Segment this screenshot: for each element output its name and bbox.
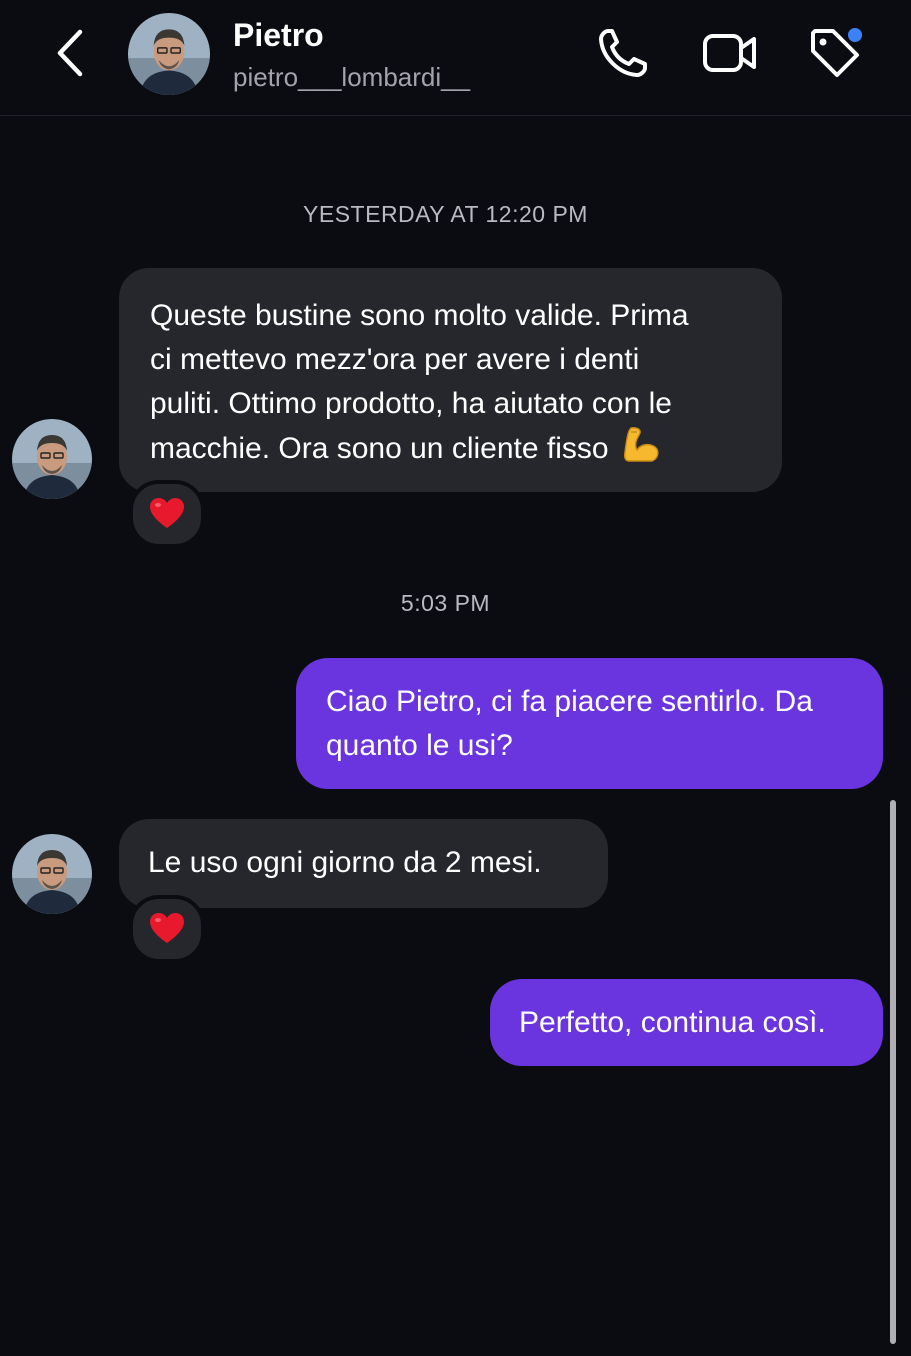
message-line: Perfetto, continua così. bbox=[519, 1006, 826, 1039]
message-line: Le uso ogni giorno da 2 mesi. bbox=[148, 846, 542, 879]
video-call-button[interactable] bbox=[700, 24, 758, 82]
message-timestamp: YESTERDAY AT 12:20 PM bbox=[303, 201, 588, 227]
message-line: puliti. Ottimo prodotto, ha aiutato con … bbox=[150, 387, 672, 420]
incoming-message-bubble[interactable]: Le uso ogni giorno da 2 mesi. bbox=[119, 819, 608, 908]
sender-avatar[interactable] bbox=[12, 419, 92, 499]
unread-dot bbox=[846, 26, 864, 44]
message-line: Ciao Pietro, ci fa piacere sentirlo. Da bbox=[326, 685, 813, 718]
red-heart-icon bbox=[150, 913, 184, 943]
sender-avatar[interactable] bbox=[12, 834, 92, 914]
message-line: macchie. Ora sono un cliente fisso bbox=[150, 426, 752, 477]
message-line-text: macchie. Ora sono un cliente fisso bbox=[150, 432, 609, 465]
video-camera-icon bbox=[703, 34, 756, 72]
message-line: Queste bustine sono molto valide. Prima bbox=[150, 299, 689, 332]
call-button[interactable] bbox=[594, 24, 652, 82]
contact-name[interactable]: Pietro bbox=[233, 17, 324, 54]
message-reaction[interactable] bbox=[129, 895, 205, 963]
back-button[interactable] bbox=[48, 26, 94, 80]
contact-avatar[interactable] bbox=[128, 13, 210, 95]
flexed-biceps-icon bbox=[621, 426, 661, 477]
message-timestamp: 5:03 PM bbox=[400, 590, 491, 616]
labels-button[interactable] bbox=[806, 24, 864, 82]
incoming-message-bubble[interactable]: Queste bustine sono molto valide. Prima … bbox=[119, 268, 782, 492]
scrollbar[interactable] bbox=[890, 800, 896, 1344]
phone-icon bbox=[599, 29, 647, 77]
chat-header: Pietro pietro___lombardi__ bbox=[0, 0, 911, 116]
outgoing-message-bubble[interactable]: Ciao Pietro, ci fa piacere sentirlo. Da … bbox=[296, 658, 883, 789]
message-reaction[interactable] bbox=[129, 480, 205, 548]
message-line: quanto le usi? bbox=[326, 729, 513, 762]
outgoing-message-bubble[interactable]: Perfetto, continua così. bbox=[490, 979, 883, 1066]
contact-handle[interactable]: pietro___lombardi__ bbox=[233, 62, 470, 93]
tag-icon bbox=[811, 26, 864, 77]
chevron-left-icon bbox=[57, 29, 83, 77]
red-heart-icon bbox=[150, 498, 184, 528]
message-line: ci mettevo mezz'ora per avere i denti bbox=[150, 343, 640, 376]
